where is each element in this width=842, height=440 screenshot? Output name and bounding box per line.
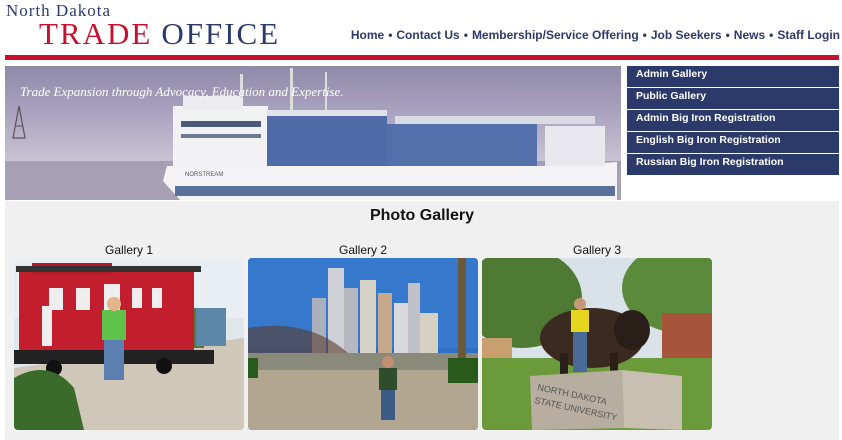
gallery-caption: Gallery 2: [338, 243, 388, 257]
nav-staff-login[interactable]: Staff Login: [777, 28, 840, 42]
nav-separator: •: [769, 28, 774, 42]
gallery-caption: Gallery 3: [572, 243, 622, 257]
header-divider: [5, 55, 839, 60]
ship-name-label: NORSTREAM: [185, 172, 223, 178]
side-menu: Admin Gallery Public Gallery Admin Big I…: [627, 66, 839, 176]
nav-news[interactable]: News: [734, 28, 765, 42]
gallery-card-3[interactable]: Gallery 3 NORTH DAKOTA STATE UNIVERSITY: [482, 242, 712, 430]
gallery-title: Photo Gallery: [369, 207, 475, 224]
menu-public-gallery[interactable]: Public Gallery: [627, 88, 839, 109]
gallery-card-1[interactable]: Gallery 1: [14, 242, 244, 430]
logo-word-office: OFFICE: [161, 16, 281, 51]
nav-separator: •: [725, 28, 730, 42]
gallery-caption: Gallery 1: [104, 243, 154, 257]
logo-word-trade: TRADE: [39, 16, 153, 51]
logo-wordmark: TRADE OFFICE: [6, 18, 280, 49]
nav-membership[interactable]: Membership/Service Offering: [472, 28, 639, 42]
ndsu-bison-photo: NORTH DAKOTA STATE UNIVERSITY: [482, 258, 712, 430]
gallery-card-2[interactable]: Gallery 2: [248, 242, 478, 430]
caboose-photo: [14, 258, 244, 430]
gallery-thumbnail-3[interactable]: NORTH DAKOTA STATE UNIVERSITY: [482, 258, 712, 430]
hero-banner: NORSTREAM Trade Expansion through Advoca…: [5, 66, 621, 200]
nav-separator: •: [642, 28, 647, 42]
site-logo[interactable]: North Dakota TRADE OFFICE: [6, 2, 280, 50]
las-vegas-photo: [248, 258, 478, 430]
menu-admin-gallery[interactable]: Admin Gallery: [627, 66, 839, 87]
photo-gallery-section: Photo Gallery Gallery 1 Gallery 2 Galler…: [5, 201, 839, 440]
menu-admin-big-iron-registration[interactable]: Admin Big Iron Registration: [627, 110, 839, 131]
nav-separator: •: [463, 28, 468, 42]
nav-contact-us[interactable]: Contact Us: [396, 28, 459, 42]
gallery-thumbnail-2[interactable]: [248, 258, 478, 430]
top-navigation: Home • Contact Us • Membership/Service Offer…: [351, 28, 840, 42]
banner-tagline: Trade Expansion through Advocacy, Educat…: [20, 84, 344, 99]
menu-russian-big-iron-registration[interactable]: Russian Big Iron Registration: [627, 154, 839, 175]
nav-separator: •: [388, 28, 393, 42]
gallery-thumbnail-1[interactable]: [14, 258, 244, 430]
nav-home[interactable]: Home: [351, 28, 384, 42]
menu-english-big-iron-registration[interactable]: English Big Iron Registration: [627, 132, 839, 153]
nav-job-seekers[interactable]: Job Seekers: [651, 28, 722, 42]
